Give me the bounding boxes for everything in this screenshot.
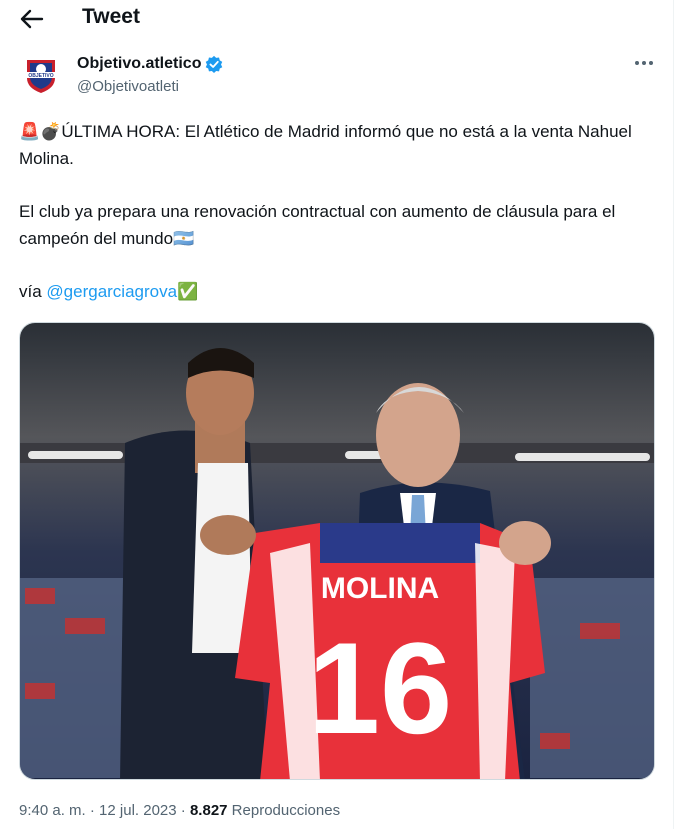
avatar[interactable]: OBJETIVO	[19, 52, 63, 96]
jersey-number: 16	[308, 615, 453, 761]
tweet-time[interactable]: 9:40 a. m.	[19, 802, 86, 819]
tweet-header: Tweet	[0, 0, 686, 38]
tweet-metadata: 9:40 a. m. · 12 jul. 2023 · 8.827 Reprod…	[19, 802, 340, 819]
jersey: MOLINA 16	[235, 523, 545, 779]
via-label: vía	[19, 282, 47, 301]
tweet-date[interactable]: 12 jul. 2023	[99, 802, 177, 819]
jersey-name: MOLINA	[321, 572, 439, 605]
tweet-paragraph-2: El club ya prepara una renovación contra…	[19, 198, 669, 252]
tweet-line-1: ÚLTIMA HORA: El Atlético de Madrid infor…	[19, 122, 632, 168]
tweet-text: 🚨💣ÚLTIMA HORA: El Atlético de Madrid inf…	[19, 118, 669, 305]
author-name[interactable]: Objetivo.atletico	[77, 55, 201, 73]
author-name-row[interactable]: Objetivo.atletico	[77, 55, 223, 73]
separator: ·	[176, 802, 190, 819]
argentina-flag-emoji: 🇦🇷	[173, 229, 195, 248]
column-divider	[673, 0, 674, 829]
mention-link[interactable]: @gergarciagrova	[46, 282, 177, 301]
tweet-paragraph-3: vía @gergarciagrova✅	[19, 278, 669, 305]
views-count: 8.827	[189, 802, 228, 819]
avatar-text: OBJETIVO	[28, 73, 53, 79]
more-options-icon[interactable]	[632, 54, 656, 72]
tweet-paragraph-1: 🚨💣ÚLTIMA HORA: El Atlético de Madrid inf…	[19, 118, 669, 172]
arrow-left-icon[interactable]	[18, 6, 46, 32]
alarm-bomb-emoji: 🚨💣	[19, 122, 62, 141]
views-label: Reproducciones	[227, 802, 341, 819]
check-emoji: ✅	[177, 282, 199, 301]
tweet-photo[interactable]: MOLINA 16	[19, 322, 655, 780]
page-title: Tweet	[82, 5, 140, 28]
tweet-line-2: El club ya prepara una renovación contra…	[19, 202, 616, 248]
separator: ·	[85, 802, 100, 819]
author-handle[interactable]: @Objetivoatleti	[77, 78, 179, 95]
verified-badge-icon	[206, 55, 223, 73]
